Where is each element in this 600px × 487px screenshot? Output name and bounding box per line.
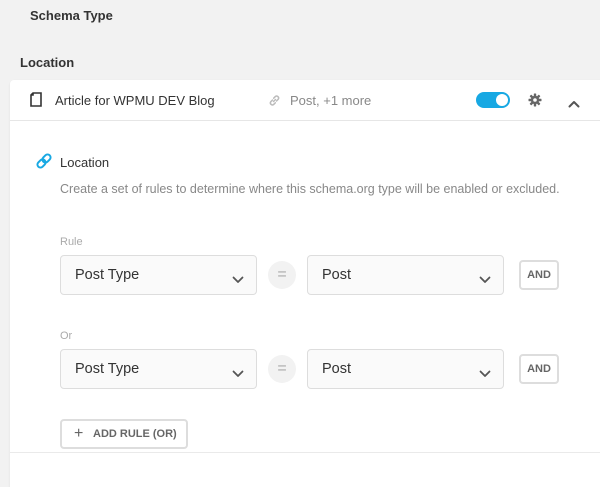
select-value: Post xyxy=(322,267,352,283)
divider xyxy=(10,452,600,453)
chevron-down-icon xyxy=(232,365,244,383)
rule-field-select[interactable]: Post Type xyxy=(60,255,257,295)
document-icon xyxy=(30,92,42,112)
chevron-down-icon xyxy=(479,271,491,289)
schema-enabled-toggle[interactable] xyxy=(476,92,510,108)
location-heading: Location xyxy=(60,155,110,170)
location-description: Create a set of rules to determine where… xyxy=(60,182,560,196)
gear-icon[interactable] xyxy=(528,93,542,112)
card-header[interactable]: Article for WPMU DEV Blog Post, +1 more xyxy=(10,80,600,121)
rule-label: Or xyxy=(60,330,73,342)
chevron-down-icon xyxy=(232,271,244,289)
schema-card: Article for WPMU DEV Blog Post, +1 more xyxy=(10,80,600,487)
chevron-down-icon xyxy=(479,365,491,383)
rule-field-select[interactable]: Post Type xyxy=(60,349,257,389)
select-value: Post Type xyxy=(75,361,140,377)
select-value: Post Type xyxy=(75,267,140,283)
equals-operator: = xyxy=(268,261,296,289)
link-icon xyxy=(268,94,281,112)
and-button[interactable]: AND xyxy=(519,354,559,384)
toggle-knob xyxy=(496,94,508,106)
link-icon xyxy=(35,152,53,175)
and-button[interactable]: AND xyxy=(519,260,559,290)
rule-label: Rule xyxy=(60,236,83,248)
add-rule-label: ADD RULE (OR) xyxy=(93,428,177,440)
location-summary: Post, +1 more xyxy=(290,93,372,108)
select-value: Post xyxy=(322,361,352,377)
schema-title: Article for WPMU DEV Blog xyxy=(55,93,215,108)
equals-operator: = xyxy=(268,355,296,383)
add-rule-button[interactable]: + ADD RULE (OR) xyxy=(60,419,188,449)
schema-type-title: Schema Type xyxy=(30,8,113,23)
location-section-title: Location xyxy=(20,55,75,70)
rule-value-select[interactable]: Post xyxy=(307,349,504,389)
rule-value-select[interactable]: Post xyxy=(307,255,504,295)
chevron-up-icon[interactable] xyxy=(568,95,580,113)
plus-icon: + xyxy=(74,425,84,442)
